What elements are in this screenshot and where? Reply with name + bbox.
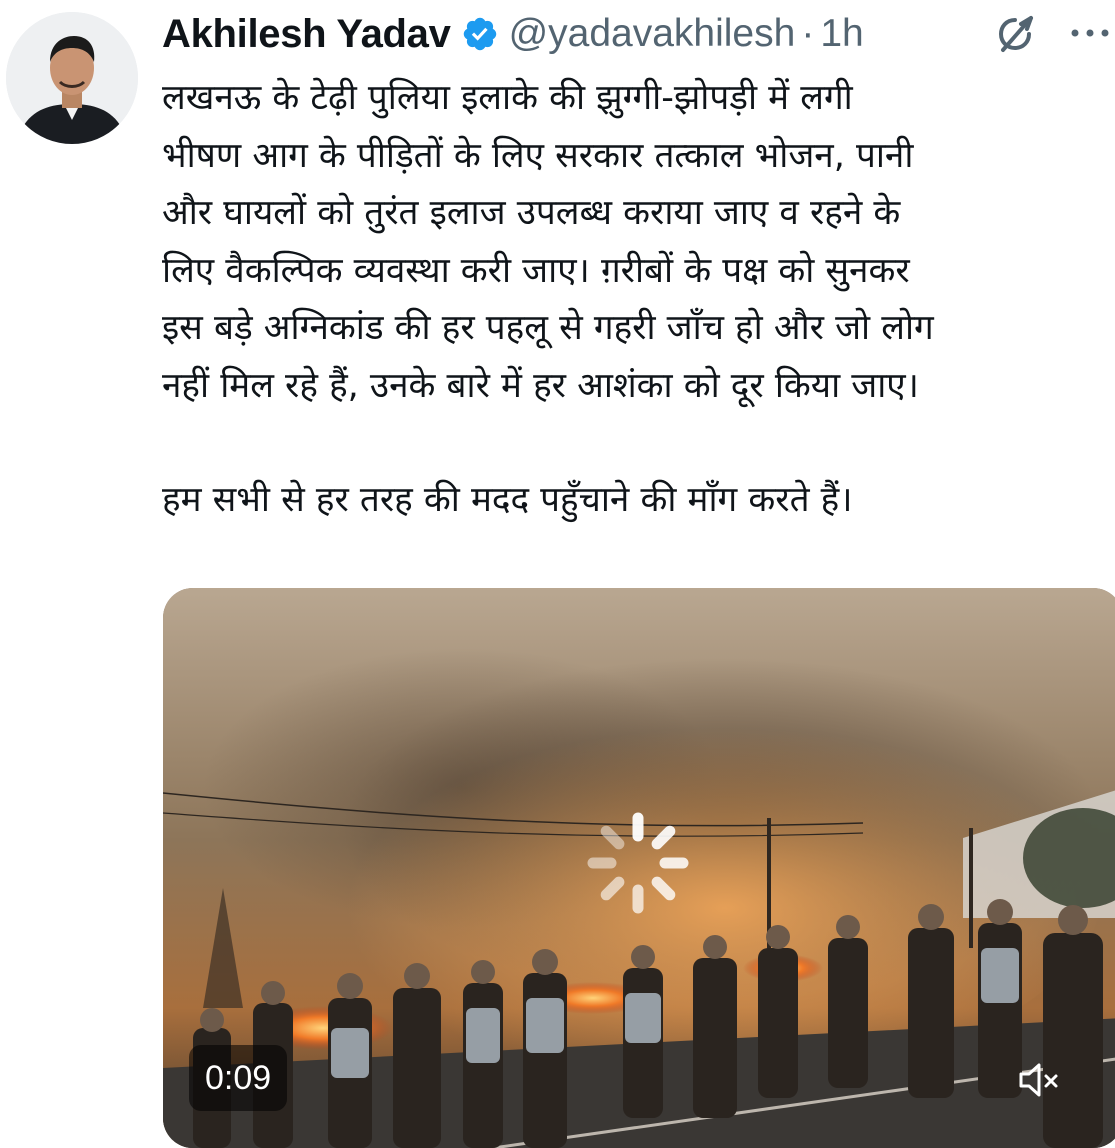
video-player[interactable]: 0:09: [163, 588, 1115, 1148]
author-name[interactable]: Akhilesh Yadav: [162, 12, 451, 57]
tweet-paragraph-2: हम सभी से हर तरह की मदद पहुँचाने की माँग…: [162, 480, 853, 520]
grok-icon[interactable]: [991, 10, 1039, 58]
tweet-line: लिए वैकल्पिक व्यवस्था करी जाए। ग़रीबों क…: [162, 250, 910, 291]
loading-spinner-icon: [583, 808, 693, 918]
author-handle[interactable]: @yadavakhilesh: [509, 12, 796, 56]
video-timecode: 0:09: [189, 1045, 288, 1111]
tweet-line: भीषण आग के पीड़ितों के लिए सरकार तत्काल …: [162, 135, 914, 176]
tweet-line: इस बड़े अग्निकांड की हर पहलू से गहरी जाँ…: [162, 308, 934, 348]
tweet-header: Akhilesh Yadav @yadavakhilesh · 1h: [162, 6, 1105, 62]
separator-dot: ·: [801, 12, 815, 55]
tweet-line: लखनऊ के टेढ़ी पुलिया इलाके की झुग्गी-झोप…: [162, 78, 853, 118]
avatar[interactable]: [6, 12, 138, 144]
tweet-timestamp[interactable]: 1h: [820, 12, 863, 56]
tweet-line: और घायलों को तुरंत इलाज उपलब्ध कराया जाए…: [162, 193, 901, 233]
volume-muted-icon[interactable]: [1011, 1052, 1067, 1108]
tweet-text: लखनऊ के टेढ़ी पुलिया इलाके की झुग्गी-झोप…: [162, 70, 1112, 530]
tweet-line: नहीं मिल रहे हैं, उनके बारे में हर आशंका…: [162, 365, 919, 406]
verified-badge-icon: [461, 15, 499, 53]
more-icon[interactable]: [1067, 18, 1113, 48]
avatar-image: [6, 12, 138, 144]
